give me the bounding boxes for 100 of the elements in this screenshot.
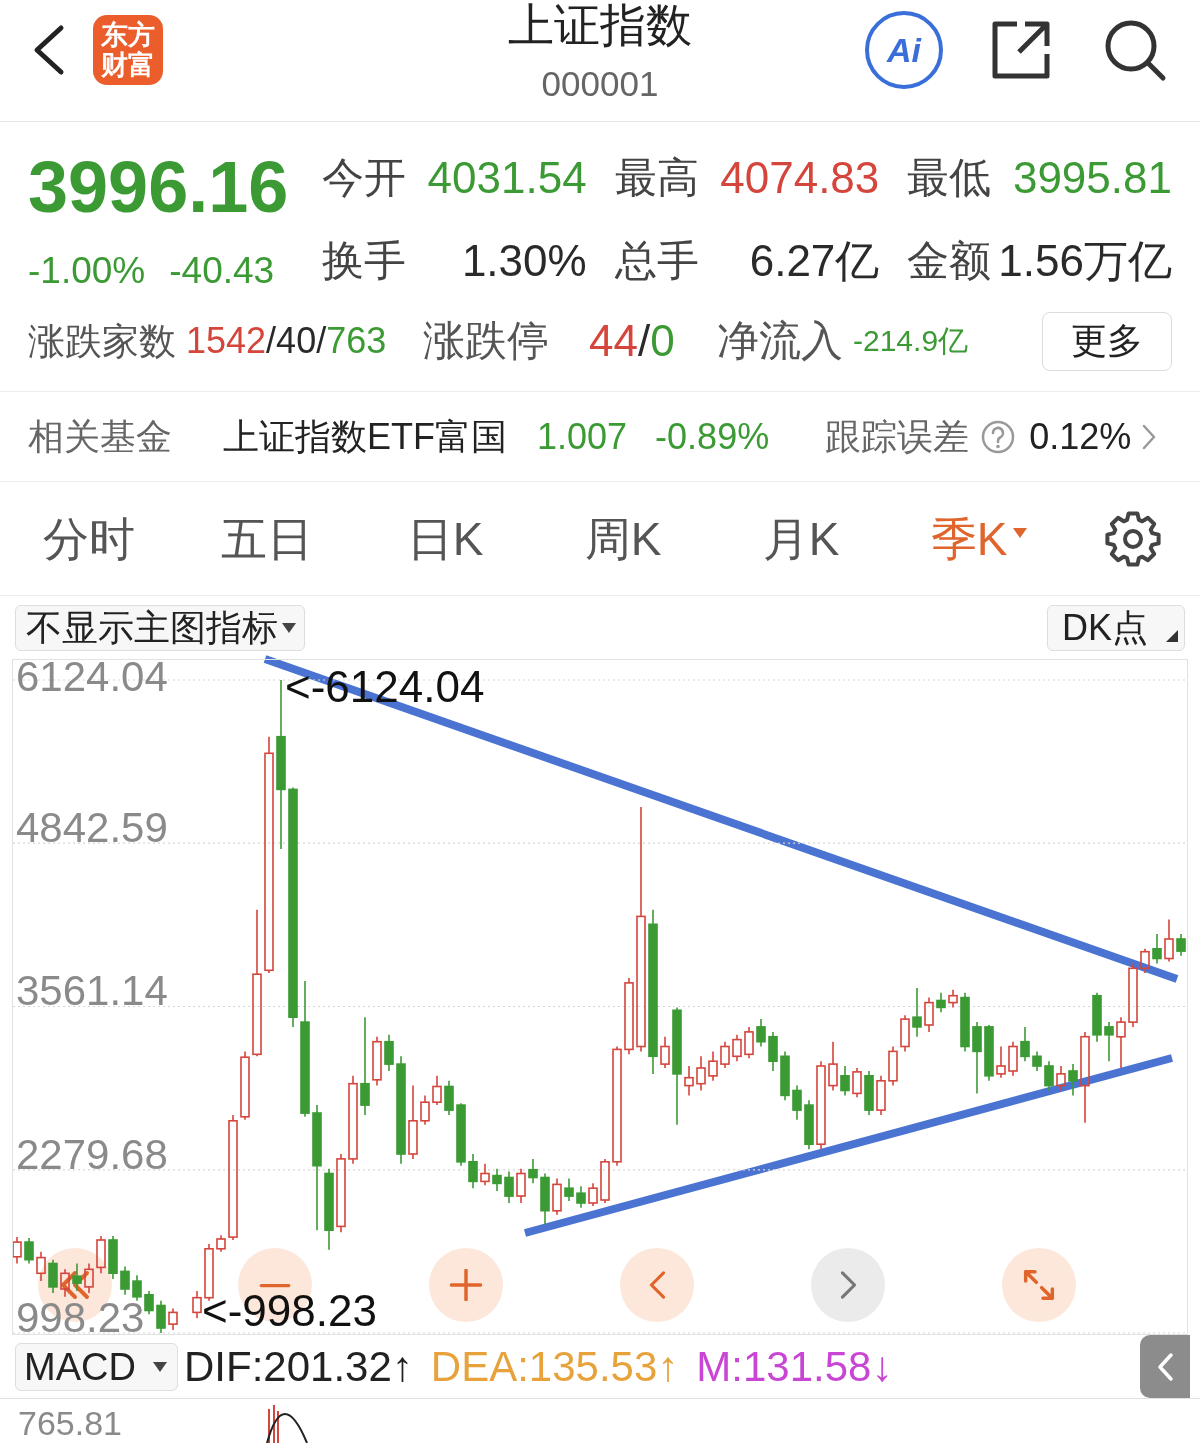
candle bbox=[1152, 933, 1162, 965]
candle bbox=[1164, 918, 1174, 963]
indicator-value: DIF:201.32↑ bbox=[184, 1345, 413, 1388]
period-tab[interactable]: 五日 bbox=[178, 515, 356, 562]
candle bbox=[588, 1182, 598, 1207]
candle bbox=[732, 1034, 742, 1062]
period-tab[interactable]: 分时 bbox=[0, 515, 178, 562]
candle bbox=[108, 1235, 118, 1280]
expand-arrows-icon bbox=[1023, 1269, 1055, 1301]
low-marker-label: <-998.23 bbox=[202, 1295, 377, 1327]
candle bbox=[804, 1099, 814, 1150]
candle bbox=[24, 1237, 34, 1265]
candle bbox=[372, 1035, 382, 1087]
candle bbox=[960, 992, 970, 1053]
fund-name[interactable]: 上证指数ETF富国 bbox=[223, 418, 507, 455]
candle bbox=[516, 1167, 526, 1204]
corner-triangle-icon bbox=[1166, 629, 1178, 642]
stock-code: 000001 bbox=[541, 66, 659, 102]
candle bbox=[144, 1290, 154, 1316]
caret-icon bbox=[153, 1361, 167, 1372]
settings-icon[interactable] bbox=[1104, 509, 1162, 568]
search-icon[interactable] bbox=[1103, 18, 1167, 82]
stat-value: 4031.54 bbox=[427, 156, 587, 200]
more-button[interactable]: 更多 bbox=[1042, 311, 1172, 371]
candle bbox=[540, 1172, 550, 1226]
candle bbox=[984, 1024, 994, 1082]
net-inflow-value: -214.9亿 bbox=[853, 326, 969, 356]
double-chevron-left-icon bbox=[60, 1270, 90, 1300]
stat-label: 最低 bbox=[907, 157, 992, 199]
candle bbox=[444, 1080, 454, 1116]
candle bbox=[996, 1045, 1006, 1079]
current-price: 3996.16 bbox=[28, 146, 290, 229]
candle bbox=[936, 992, 946, 1013]
candle bbox=[744, 1026, 754, 1059]
candle bbox=[480, 1163, 490, 1187]
fund-price: 1.007 bbox=[537, 418, 628, 455]
change-percent: -1.00% bbox=[28, 251, 146, 289]
candle bbox=[13, 1236, 22, 1265]
period-tab[interactable]: 周K bbox=[534, 515, 712, 562]
candle bbox=[1176, 933, 1186, 957]
net-inflow-label: 净流入 bbox=[717, 320, 843, 362]
candle bbox=[600, 1158, 610, 1204]
candle bbox=[504, 1170, 514, 1204]
candle bbox=[48, 1258, 58, 1294]
candle bbox=[60, 1268, 70, 1298]
stat-value: 6.27亿 bbox=[749, 239, 880, 283]
indicator-value: DEA:135.53↑ bbox=[430, 1345, 679, 1388]
period-tab[interactable]: 日K bbox=[356, 515, 534, 562]
candle bbox=[528, 1158, 538, 1185]
candle bbox=[948, 989, 958, 1009]
y-axis-label: 3561.14 bbox=[16, 975, 168, 1007]
candle bbox=[1104, 1021, 1114, 1062]
candle bbox=[1092, 992, 1102, 1043]
candle bbox=[864, 1070, 874, 1116]
indicator-dropdown[interactable]: 不显示主图指标 bbox=[15, 604, 305, 651]
period-tab[interactable]: 月K bbox=[712, 515, 890, 562]
tracking-error-value: 0.12% bbox=[1029, 418, 1132, 455]
candle bbox=[120, 1265, 130, 1296]
candle bbox=[876, 1075, 886, 1116]
help-icon[interactable] bbox=[981, 419, 1016, 454]
indicator-selector[interactable]: MACD bbox=[15, 1342, 178, 1391]
candle bbox=[660, 1035, 670, 1069]
stat-label: 换手 bbox=[322, 240, 406, 282]
candle bbox=[432, 1075, 442, 1106]
candle bbox=[888, 1045, 898, 1087]
panel-toggle-button[interactable] bbox=[1140, 1335, 1190, 1398]
fund-label: 相关基金 bbox=[28, 418, 172, 455]
chevron-left-icon bbox=[1156, 1351, 1174, 1382]
chevron-right-icon[interactable] bbox=[1141, 422, 1158, 451]
candle bbox=[420, 1094, 430, 1126]
dk-button[interactable]: DK点 bbox=[1047, 604, 1185, 651]
candle bbox=[912, 987, 922, 1038]
ai-button[interactable]: Ai bbox=[865, 11, 943, 89]
candle bbox=[1128, 962, 1138, 1028]
candle bbox=[1020, 1026, 1030, 1062]
candle bbox=[36, 1251, 46, 1282]
candle bbox=[564, 1177, 574, 1202]
candle bbox=[576, 1185, 586, 1209]
plus-icon bbox=[450, 1269, 482, 1301]
page-title: 上证指数 bbox=[508, 0, 692, 50]
indicator-value: M:131.58↓ bbox=[696, 1345, 893, 1388]
candle bbox=[84, 1262, 94, 1294]
candle bbox=[684, 1065, 694, 1097]
candle bbox=[156, 1299, 166, 1334]
stat-label: 最高 bbox=[614, 157, 699, 199]
candle bbox=[240, 1050, 250, 1121]
advance-decline-count: 1542/40/763 bbox=[186, 323, 387, 359]
stat-label: 总手 bbox=[614, 240, 699, 282]
candle bbox=[1056, 1065, 1066, 1092]
candle bbox=[924, 996, 934, 1033]
y-axis-label: 2279.68 bbox=[16, 1138, 168, 1170]
stat-value: 3995.81 bbox=[1012, 156, 1172, 200]
y-axis-label: 6124.04 bbox=[16, 661, 168, 692]
candle bbox=[168, 1307, 178, 1331]
candle bbox=[852, 1067, 862, 1099]
candle bbox=[756, 1018, 766, 1048]
sub-axis-label: 765.81 bbox=[18, 1405, 122, 1441]
minus-icon bbox=[259, 1282, 291, 1288]
candle bbox=[384, 1034, 394, 1072]
advance-decline-label: 涨跌家数 bbox=[28, 322, 176, 360]
